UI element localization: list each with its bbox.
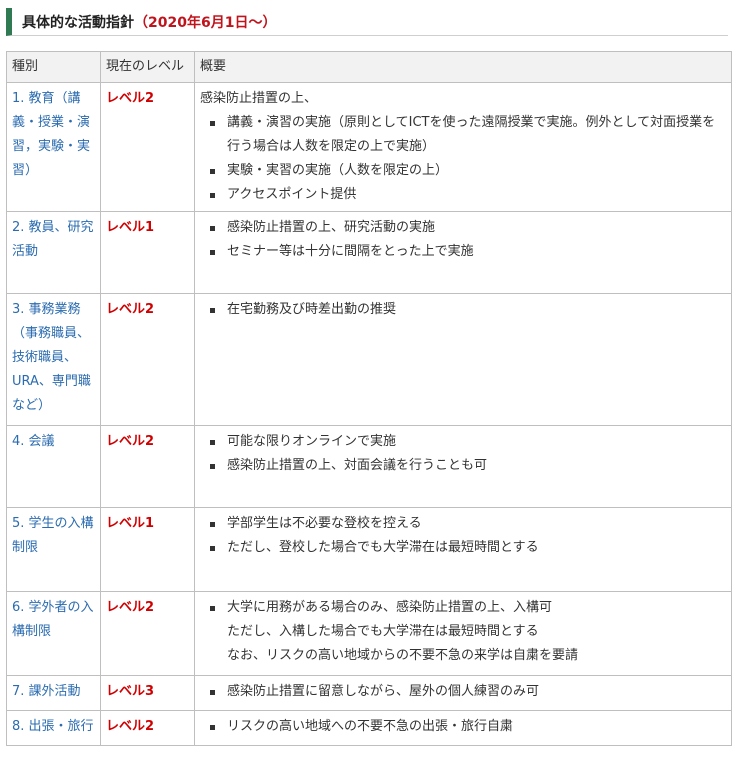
table-row: 1. 教育（講義・授業・演習，実験・実習） レベル2 感染防止措置の上、 講義・… [6, 82, 732, 212]
category-cell[interactable]: 3. 事務業務（事務職員、技術職員、URA、専門職など） [6, 293, 101, 426]
summary-note: なお、リスクの高い地域からの不要不急の来学は自粛を要請 [227, 648, 579, 663]
category-cell[interactable]: 2. 教員、研究活動 [6, 211, 101, 294]
level-cell: レベル1 [100, 507, 195, 592]
table-row: 8. 出張・旅行 レベル2 リスクの高い地域への不要不急の出張・旅行自粛 [6, 710, 732, 746]
table-row: 2. 教員、研究活動 レベル1 感染防止措置の上、研究活動の実施 セミナー等は十… [6, 211, 732, 294]
heading-date: （2020年6月1日～） [134, 14, 277, 31]
list-item: 学部学生は不必要な登校を控える [200, 512, 726, 536]
table-row: 3. 事務業務（事務職員、技術職員、URA、専門職など） レベル2 在宅勤務及び… [6, 293, 732, 426]
list-item: 感染防止措置の上、対面会議を行うことも可 [200, 454, 726, 478]
list-item: 感染防止措置の上、研究活動の実施 [200, 216, 726, 240]
list-item: 講義・演習の実施（原則としてICTを使った遠隔授業で実施。例外として対面授業を行… [200, 111, 726, 159]
summary-list: リスクの高い地域への不要不急の出張・旅行自粛 [200, 715, 726, 739]
list-item: アクセスポイント提供 [200, 183, 726, 207]
list-item: セミナー等は十分に間隔をとった上で実施 [200, 240, 726, 264]
list-item: 実験・実習の実施（人数を限定の上） [200, 159, 726, 183]
category-cell[interactable]: 8. 出張・旅行 [6, 710, 101, 746]
summary-list: 講義・演習の実施（原則としてICTを使った遠隔授業で実施。例外として対面授業を行… [200, 111, 726, 207]
level-cell: レベル2 [100, 591, 195, 676]
header-summary: 概要 [194, 51, 732, 83]
category-cell[interactable]: 6. 学外者の入構制限 [6, 591, 101, 676]
summary-list: 感染防止措置の上、研究活動の実施 セミナー等は十分に間隔をとった上で実施 [200, 216, 726, 264]
level-cell: レベル3 [100, 675, 195, 711]
summary-list: 大学に用務がある場合のみ、感染防止措置の上、入構可 [200, 596, 726, 620]
activity-policy-table: 種別 現在のレベル 概要 1. 教育（講義・授業・演習，実験・実習） レベル2 … [6, 51, 732, 746]
list-item: ただし、登校した場合でも大学滞在は最短時間とする [200, 536, 726, 560]
summary-list: 学部学生は不必要な登校を控える ただし、登校した場合でも大学滞在は最短時間とする [200, 512, 726, 560]
list-item: 在宅勤務及び時差出勤の推奨 [200, 298, 726, 322]
list-item: リスクの高い地域への不要不急の出張・旅行自粛 [200, 715, 726, 739]
heading-title: 具体的な活動指針 [22, 14, 134, 31]
table-row: 6. 学外者の入構制限 レベル2 大学に用務がある場合のみ、感染防止措置の上、入… [6, 591, 732, 676]
summary-cell: 感染防止措置の上、 講義・演習の実施（原則としてICTを使った遠隔授業で実施。例… [194, 82, 732, 212]
list-item: 大学に用務がある場合のみ、感染防止措置の上、入構可 [200, 596, 726, 620]
section-heading: 具体的な活動指針 （2020年6月1日～） [6, 8, 728, 36]
summary-cell: 感染防止措置に留意しながら、屋外の個人練習のみ可 [194, 675, 732, 711]
summary-cell: 大学に用務がある場合のみ、感染防止措置の上、入構可 ただし、入構した場合でも大学… [194, 591, 732, 676]
level-cell: レベル2 [100, 293, 195, 426]
summary-list: 可能な限りオンラインで実施 感染防止措置の上、対面会議を行うことも可 [200, 430, 726, 478]
level-cell: レベル2 [100, 82, 195, 212]
header-type: 種別 [6, 51, 101, 83]
level-cell: レベル2 [100, 710, 195, 746]
summary-cell: 在宅勤務及び時差出勤の推奨 [194, 293, 732, 426]
level-cell: レベル2 [100, 425, 195, 508]
category-cell[interactable]: 1. 教育（講義・授業・演習，実験・実習） [6, 82, 101, 212]
summary-note: ただし、入構した場合でも大学滞在は最短時間とする [227, 624, 539, 639]
summary-intro: 感染防止措置の上、 [200, 91, 318, 106]
list-item: 可能な限りオンラインで実施 [200, 430, 726, 454]
summary-cell: 可能な限りオンラインで実施 感染防止措置の上、対面会議を行うことも可 [194, 425, 732, 508]
header-level: 現在のレベル [100, 51, 195, 83]
summary-cell: 学部学生は不必要な登校を控える ただし、登校した場合でも大学滞在は最短時間とする [194, 507, 732, 592]
table-header-row: 種別 現在のレベル 概要 [6, 51, 732, 83]
table-row: 7. 課外活動 レベル3 感染防止措置に留意しながら、屋外の個人練習のみ可 [6, 675, 732, 711]
list-item: 感染防止措置に留意しながら、屋外の個人練習のみ可 [200, 680, 726, 704]
category-cell[interactable]: 7. 課外活動 [6, 675, 101, 711]
table-row: 5. 学生の入構制限 レベル1 学部学生は不必要な登校を控える ただし、登校した… [6, 507, 732, 592]
summary-list: 在宅勤務及び時差出勤の推奨 [200, 298, 726, 322]
level-cell: レベル1 [100, 211, 195, 294]
summary-list: 感染防止措置に留意しながら、屋外の個人練習のみ可 [200, 680, 726, 704]
category-cell[interactable]: 5. 学生の入構制限 [6, 507, 101, 592]
summary-cell: 感染防止措置の上、研究活動の実施 セミナー等は十分に間隔をとった上で実施 [194, 211, 732, 294]
table-row: 4. 会議 レベル2 可能な限りオンラインで実施 感染防止措置の上、対面会議を行… [6, 425, 732, 508]
category-cell[interactable]: 4. 会議 [6, 425, 101, 508]
summary-cell: リスクの高い地域への不要不急の出張・旅行自粛 [194, 710, 732, 746]
